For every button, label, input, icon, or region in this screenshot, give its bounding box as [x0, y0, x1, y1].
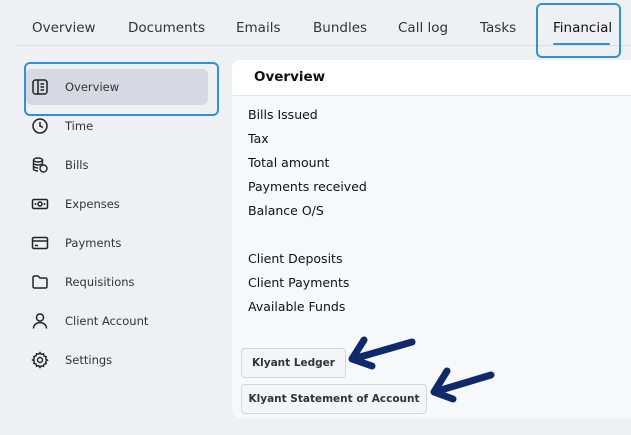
active-tab-underline — [553, 43, 610, 45]
summary-label-payments-received: Payments received — [248, 179, 367, 194]
tab-call-log[interactable]: Call log — [398, 20, 448, 36]
tab-emails[interactable]: Emails — [236, 20, 281, 36]
sidebar-item-label: Overview — [65, 80, 120, 94]
banknote-icon — [31, 195, 49, 213]
sidebar-item-overview[interactable]: Overview — [14, 70, 208, 104]
sidebar-item-time[interactable]: Time — [14, 109, 208, 143]
klyant-statement-button[interactable]: Klyant Statement of Account — [241, 384, 427, 414]
overview-icon — [31, 78, 49, 96]
coins-icon — [31, 156, 49, 174]
sidebar-item-requisitions[interactable]: Requisitions — [14, 265, 208, 299]
summary-label-total-amount: Total amount — [248, 155, 330, 170]
tab-bundles[interactable]: Bundles — [313, 20, 367, 36]
summary-label-tax: Tax — [248, 131, 269, 146]
user-icon — [31, 312, 49, 330]
page-title: Overview — [254, 69, 326, 85]
tab-tasks[interactable]: Tasks — [480, 20, 516, 36]
funds-label-client-deposits: Client Deposits — [248, 251, 343, 266]
clock-icon — [31, 117, 49, 135]
arrow-annotation-icon — [348, 336, 416, 370]
arrow-annotation-icon — [430, 367, 495, 403]
summary-label-balance-os: Balance O/S — [248, 203, 324, 218]
sidebar-item-label: Expenses — [65, 197, 120, 211]
funds-label-available-funds: Available Funds — [248, 299, 346, 314]
sidebar-item-label: Payments — [65, 236, 122, 250]
sidebar-item-label: Time — [65, 119, 94, 133]
sidebar-item-client-account[interactable]: Client Account — [14, 304, 208, 338]
sidebar-item-label: Requisitions — [65, 275, 135, 289]
sidebar-item-label: Settings — [65, 353, 113, 367]
sidebar-item-settings[interactable]: Settings — [14, 343, 208, 377]
sidebar-item-expenses[interactable]: Expenses — [14, 187, 208, 221]
summary-label-bills-issued: Bills Issued — [248, 107, 318, 122]
funds-label-client-payments: Client Payments — [248, 275, 350, 290]
credit-card-icon — [31, 234, 49, 252]
sidebar-item-label: Bills — [65, 158, 89, 172]
sidebar-item-bills[interactable]: Bills — [14, 148, 208, 182]
klyant-ledger-button[interactable]: Klyant Ledger — [241, 348, 346, 378]
tab-documents[interactable]: Documents — [128, 20, 205, 36]
tab-financial[interactable]: Financial — [553, 20, 612, 36]
sidebar-item-label: Client Account — [65, 314, 149, 328]
sidebar-item-payments[interactable]: Payments — [14, 226, 208, 260]
gear-icon — [31, 351, 49, 369]
tab-overview[interactable]: Overview — [32, 20, 96, 36]
folder-icon — [31, 273, 49, 291]
